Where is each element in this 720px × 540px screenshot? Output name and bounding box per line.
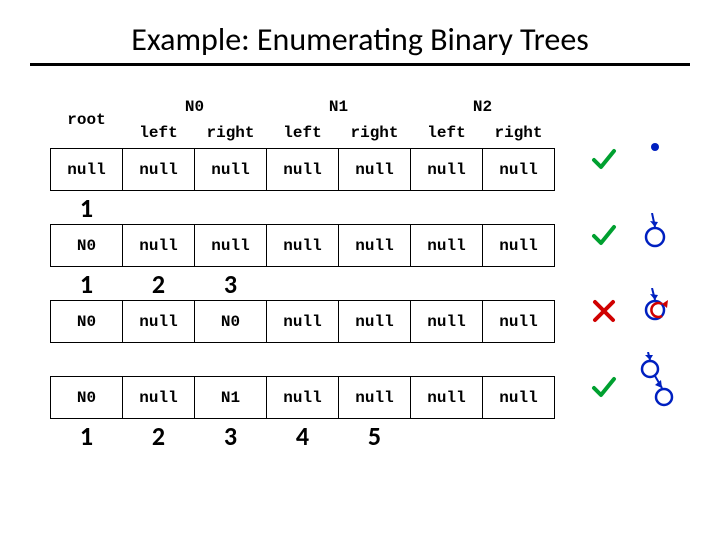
step-number: 3 (195, 419, 267, 453)
step-number: 2 (123, 419, 195, 453)
step-number: 5 (339, 419, 411, 453)
cell: null (483, 225, 555, 267)
cell: null (339, 149, 411, 191)
step-number: 4 (267, 419, 339, 453)
table-row: N0nullnullnullnullnullnull (51, 225, 555, 267)
step-number (483, 267, 555, 301)
step-row: 123 (51, 267, 555, 301)
cell: N1 (195, 377, 267, 419)
cell: null (267, 377, 339, 419)
step-number (195, 343, 267, 377)
step-number (267, 191, 339, 225)
cell: null (483, 301, 555, 343)
step-number (411, 191, 483, 225)
cell: null (123, 149, 195, 191)
check-icon (590, 146, 618, 172)
cell: null (51, 149, 123, 191)
cell: null (411, 301, 483, 343)
step-number (483, 419, 555, 453)
col-n0-left: left (123, 122, 195, 149)
check-icon (590, 222, 618, 248)
step-number (411, 267, 483, 301)
cell: null (483, 377, 555, 419)
step-number (123, 343, 195, 377)
step-row: 12345 (51, 419, 555, 453)
step-number (51, 343, 123, 377)
step-number (267, 343, 339, 377)
step-number (339, 191, 411, 225)
col-group-n1: N1 (267, 96, 411, 122)
cell: N0 (51, 377, 123, 419)
cell: null (411, 377, 483, 419)
cell: null (195, 225, 267, 267)
table-row: nullnullnullnullnullnullnull (51, 149, 555, 191)
col-root: root (51, 96, 123, 149)
table-row: N0nullN0nullnullnullnull (51, 301, 555, 343)
step-number (123, 191, 195, 225)
step-number (267, 267, 339, 301)
col-n2-left: left (411, 122, 483, 149)
cell: null (123, 377, 195, 419)
cell: null (339, 225, 411, 267)
cell: null (483, 149, 555, 191)
col-n2-right: right (483, 122, 555, 149)
tree-icon (630, 288, 690, 335)
cell: N0 (195, 301, 267, 343)
cell: null (123, 225, 195, 267)
step-row: 1 (51, 191, 555, 225)
step-number (411, 419, 483, 453)
step-number (195, 191, 267, 225)
table-row: N0nullN1nullnullnullnull (51, 377, 555, 419)
page-title: Example: Enumerating Binary Trees (30, 20, 690, 59)
step-number (483, 191, 555, 225)
step-number: 2 (123, 267, 195, 301)
cell: null (339, 301, 411, 343)
step-number (339, 343, 411, 377)
cross-icon (590, 298, 618, 324)
step-number: 1 (51, 267, 123, 301)
tree-icon (630, 352, 690, 423)
cell: null (267, 301, 339, 343)
cell: null (123, 301, 195, 343)
step-number (411, 343, 483, 377)
cell: null (339, 377, 411, 419)
col-n0-right: right (195, 122, 267, 149)
step-number: 1 (51, 191, 123, 225)
step-number (483, 343, 555, 377)
step-number (339, 267, 411, 301)
tree-icon (630, 137, 690, 182)
cell: N0 (51, 225, 123, 267)
tree-icon (630, 213, 690, 258)
col-group-n2: N2 (411, 96, 555, 122)
cell: null (267, 225, 339, 267)
col-group-n0: N0 (123, 96, 267, 122)
step-number: 1 (51, 419, 123, 453)
cell: null (411, 149, 483, 191)
step-number: 3 (195, 267, 267, 301)
step-row (51, 343, 555, 377)
cell: N0 (51, 301, 123, 343)
col-n1-right: right (339, 122, 411, 149)
check-icon (590, 374, 618, 400)
col-n1-left: left (267, 122, 339, 149)
divider (30, 63, 690, 66)
cell: null (267, 149, 339, 191)
enumeration-table: root N0 N1 N2 left right left right left… (50, 96, 555, 453)
cell: null (195, 149, 267, 191)
cell: null (411, 225, 483, 267)
